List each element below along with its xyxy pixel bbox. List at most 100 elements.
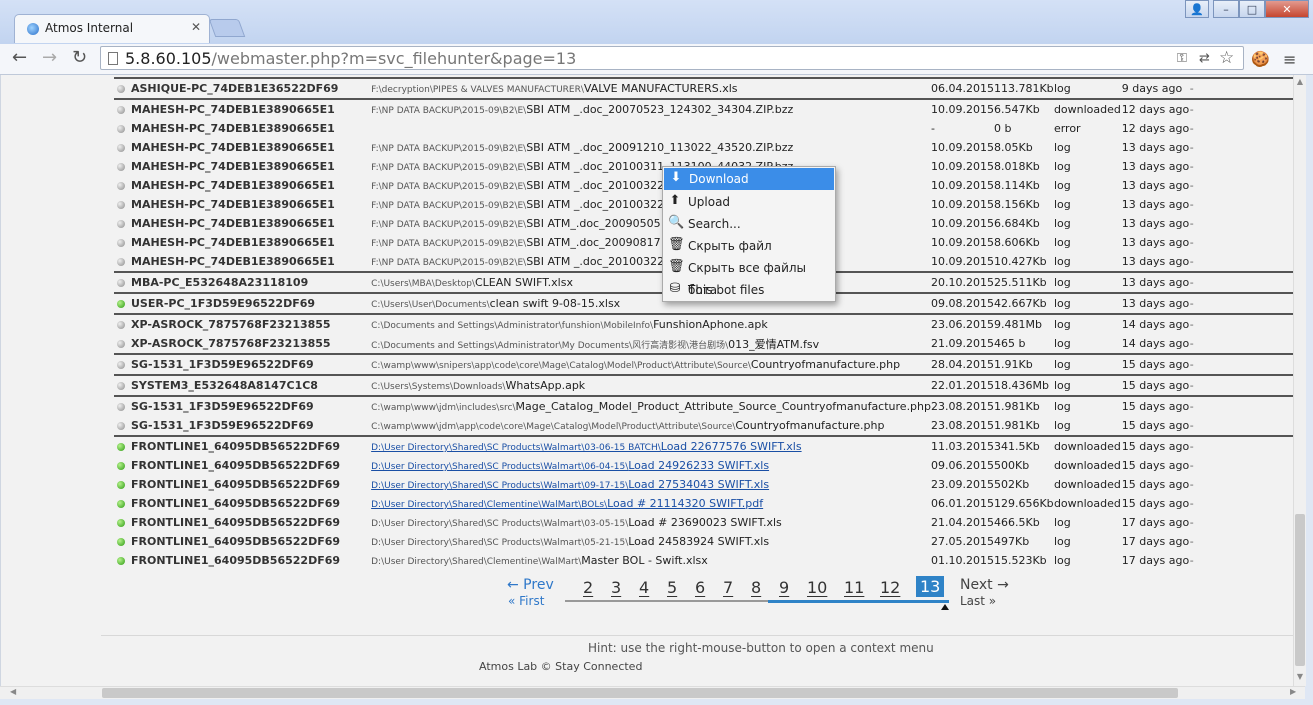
page-link[interactable]: 12: [880, 578, 900, 597]
path-cell[interactable]: D:\User Directory\Shared\SC Products\Wal…: [371, 435, 931, 456]
page-link[interactable]: 2: [583, 578, 593, 597]
profile-icon[interactable]: 👤: [1185, 0, 1209, 18]
bookmark-star-icon[interactable]: ☆: [1219, 48, 1234, 68]
file-path: F:\NP DATA BACKUP\2015-09\B2\E\: [371, 220, 527, 230]
file-name: CLEAN SWIFT.xlsx: [475, 276, 573, 289]
table-row[interactable]: FRONTLINE1_64095DB56522DF69 D:\User Direc…: [114, 456, 1294, 475]
table-row[interactable]: MAHESH-PC_74DEB1E3890665E1 F:\NP DATA BAC…: [114, 98, 1294, 119]
minimize-button[interactable]: –: [1213, 0, 1239, 18]
bot-id: MAHESH-PC_74DEB1E3890665E1: [131, 236, 335, 249]
age-cell: 15 days ago: [1121, 459, 1190, 472]
forward-arrow-icon[interactable]: →: [42, 48, 57, 68]
scroll-down-icon[interactable]: ▼: [1294, 672, 1306, 681]
close-window-button[interactable]: ✕: [1265, 0, 1309, 18]
page-link[interactable]: 3: [611, 578, 621, 597]
menu-icon[interactable]: ≡: [1283, 50, 1296, 69]
bot-cell: MBA-PC_E532648A23118109: [114, 271, 372, 293]
date-cell: 10.09.2015: [931, 179, 994, 192]
date-cell: 09.08.2015: [931, 292, 994, 314]
prev-page-link[interactable]: ← Prev: [507, 577, 554, 593]
pager-slider[interactable]: [768, 600, 949, 603]
table-row[interactable]: FRONTLINE1_64095DB56522DF69 D:\User Direc…: [114, 435, 1294, 456]
page-link[interactable]: 11: [844, 578, 864, 597]
bot-cell: FRONTLINE1_64095DB56522DF69: [114, 513, 371, 532]
table-row[interactable]: FRONTLINE1_64095DB56522DF69 D:\User Direc…: [114, 532, 1294, 551]
vertical-scroll-thumb[interactable]: [1295, 514, 1305, 666]
path-cell: C:\Documents and Settings\Administrator\…: [371, 313, 931, 334]
age-cell: 12 days ago: [1121, 98, 1190, 119]
new-tab-button[interactable]: [208, 19, 246, 37]
table-row[interactable]: XP-ASROCK_7875768F23213855 C:\Documents a…: [114, 334, 1294, 354]
table-row[interactable]: MAHESH-PC_74DEB1E3890665E1 - 0 b error 12 da…: [114, 119, 1294, 138]
file-link[interactable]: D:\User Directory\Shared\SC Products\Wal…: [371, 478, 769, 491]
reload-icon[interactable]: ↻: [72, 48, 87, 68]
translate-icon[interactable]: ⇄: [1199, 51, 1210, 66]
table-row[interactable]: SG-1531_1F3D59E96522DF69 C:\wamp\www\snip…: [114, 353, 1294, 375]
file-link[interactable]: D:\User Directory\Shared\SC Products\Wal…: [371, 459, 769, 472]
first-page-link[interactable]: « First: [508, 594, 544, 608]
path-cell[interactable]: D:\User Directory\Shared\Clementine\WalM…: [371, 494, 931, 513]
path-cell[interactable]: D:\User Directory\Shared\SC Products\Wal…: [371, 475, 931, 494]
table-row[interactable]: FRONTLINE1_64095DB56522DF69 D:\User Direc…: [114, 513, 1294, 532]
page-link[interactable]: 10: [807, 578, 827, 597]
scroll-right-icon[interactable]: ▶: [1290, 687, 1296, 696]
file-name: VALVE MANUFACTURERS.xls: [583, 82, 738, 95]
status-cell: downloaded: [1053, 98, 1122, 119]
page-link[interactable]: 7: [723, 578, 733, 597]
bot-cell: SG-1531_1F3D59E96522DF69: [114, 416, 371, 436]
age-cell: 15 days ago: [1121, 478, 1190, 491]
horizontal-scroll-thumb[interactable]: [102, 688, 1178, 698]
page-viewport: ASHIQUE-PC_74DEB1E36522DF69 F:\decryption…: [0, 75, 1294, 686]
context-menu-item[interactable]: 🗑 Скрыть файл: [663, 235, 835, 257]
table-row[interactable]: FRONTLINE1_64095DB56522DF69 D:\User Direc…: [114, 551, 1294, 570]
pager-handle-icon[interactable]: [941, 604, 949, 610]
table-row[interactable]: XP-ASROCK_7875768F23213855 C:\Documents a…: [114, 313, 1294, 334]
context-menu-item[interactable]: ⛁ This bot files: [663, 279, 835, 301]
table-row[interactable]: ASHIQUE-PC_74DEB1E36522DF69 F:\decryption…: [114, 77, 1294, 99]
browser-tab[interactable]: Atmos Internal ✕: [14, 14, 210, 43]
status-cell: log: [1053, 535, 1071, 548]
table-row[interactable]: SG-1531_1F3D59E96522DF69 C:\wamp\www\jdm\…: [114, 395, 1294, 416]
page-link[interactable]: 8: [751, 578, 761, 597]
date-cell: 10.09.2015: [931, 217, 994, 230]
current-page[interactable]: 13: [916, 576, 945, 597]
file-link[interactable]: D:\User Directory\Shared\SC Products\Wal…: [371, 440, 801, 453]
context-menu-label: Download: [689, 172, 749, 186]
table-row[interactable]: FRONTLINE1_64095DB56522DF69 D:\User Direc…: [114, 475, 1294, 494]
context-menu-item[interactable]: 🗑 Скрыть все файлы бота: [663, 257, 835, 298]
file-link[interactable]: D:\User Directory\Shared\Clementine\WalM…: [371, 497, 763, 510]
tab-close-icon[interactable]: ✕: [191, 20, 201, 34]
key-icon[interactable]: ⚿: [1177, 51, 1187, 66]
page-link[interactable]: 5: [667, 578, 677, 597]
address-url[interactable]: 5.8.60.105/webmaster.php?m=svc_filehunte…: [125, 49, 576, 68]
context-menu-item[interactable]: ⬆ Upload: [663, 191, 835, 213]
scroll-left-icon[interactable]: ◀: [10, 687, 16, 696]
table-row[interactable]: FRONTLINE1_64095DB56522DF69 D:\User Direc…: [114, 494, 1294, 513]
scroll-up-icon[interactable]: ▲: [1294, 77, 1306, 86]
path-cell: C:\Users\MBA\Desktop\CLEAN SWIFT.xlsx: [371, 271, 931, 293]
back-arrow-icon[interactable]: ←: [12, 48, 27, 68]
last-page-link[interactable]: Last »: [960, 594, 996, 608]
horizontal-scrollbar[interactable]: ◀ ▶: [0, 686, 1305, 699]
status-dot-icon: [117, 519, 125, 527]
bot-cell: MAHESH-PC_74DEB1E3890665E1: [114, 195, 371, 214]
table-row[interactable]: MAHESH-PC_74DEB1E3890665E1 F:\NP DATA BAC…: [114, 138, 1294, 157]
page-link[interactable]: 9: [779, 578, 789, 597]
path-cell: F:\NP DATA BACKUP\2015-09\B2\E\SBI ATM _…: [371, 138, 931, 157]
context-menu-item[interactable]: ⬇ Download: [664, 168, 834, 190]
page-link[interactable]: 6: [695, 578, 705, 597]
context-menu-item[interactable]: 🔍 Search...: [663, 213, 835, 235]
cookie-extension-icon[interactable]: 🍪: [1251, 50, 1270, 68]
vertical-scrollbar[interactable]: ▲ ▼: [1293, 75, 1306, 686]
date-cell: 22.01.2015: [931, 374, 994, 396]
path-cell[interactable]: D:\User Directory\Shared\SC Products\Wal…: [371, 456, 931, 475]
size-cell: 6.684Kb: [993, 217, 1040, 230]
table-row[interactable]: SYSTEM3_E532648A8147C1C8 C:\Users\Systems…: [114, 374, 1294, 396]
status-cell: log: [1053, 198, 1071, 211]
table-row[interactable]: SG-1531_1F3D59E96522DF69 C:\wamp\www\jdm\…: [114, 416, 1294, 436]
file-name: Countryofmanufacture.php: [750, 358, 901, 371]
next-page-link[interactable]: Next →: [960, 577, 1009, 593]
maximize-button[interactable]: □: [1239, 0, 1265, 18]
page-link[interactable]: 4: [639, 578, 649, 597]
address-bar[interactable]: 5.8.60.105/webmaster.php?m=svc_filehunte…: [100, 46, 1244, 70]
